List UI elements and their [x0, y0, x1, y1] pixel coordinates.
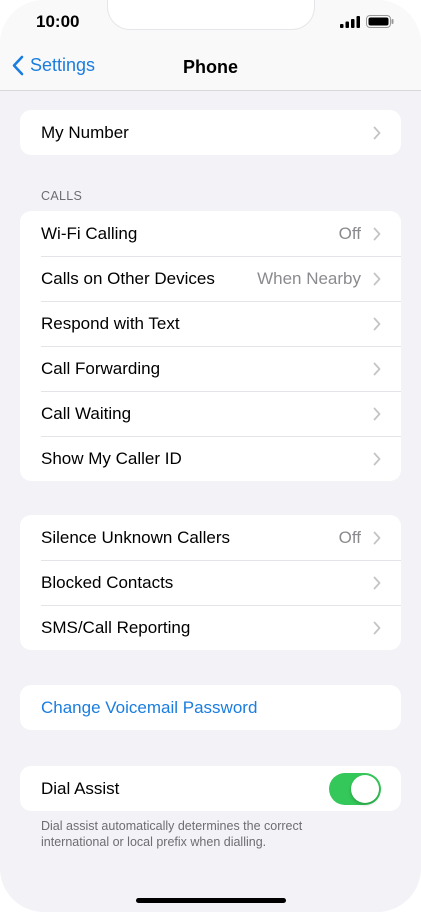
list-item-call-waiting[interactable]: Call Waiting	[20, 391, 401, 436]
toggle-knob	[351, 774, 379, 803]
calls-group: Wi-Fi Calling Off Calls on Other Devices…	[20, 211, 401, 481]
row-label: Show My Caller ID	[41, 448, 182, 468]
footer-line-2: international or local prefix when diall…	[41, 835, 267, 849]
row-value: When Nearby	[257, 268, 361, 288]
navigation-header: 10:00 Settings Phone	[0, 0, 421, 91]
row-label: My Number	[41, 122, 129, 142]
signal-icon	[340, 15, 360, 28]
list-item-calls-on-other-devices[interactable]: Calls on Other Devices When Nearby	[20, 256, 401, 301]
chevron-right-icon	[373, 452, 381, 465]
dial-assist-toggle[interactable]	[329, 772, 381, 805]
chevron-right-icon	[373, 362, 381, 375]
list-item-call-forwarding[interactable]: Call Forwarding	[20, 346, 401, 391]
list-item-silence-unknown-callers[interactable]: Silence Unknown Callers Off	[20, 515, 401, 560]
phone-screen: 10:00 Settings Phone My Number CALLS Wi-…	[0, 0, 421, 912]
notch	[108, 0, 314, 29]
list-item-show-my-caller-id[interactable]: Show My Caller ID	[20, 436, 401, 481]
page-title: Phone	[182, 57, 238, 77]
chevron-right-icon	[373, 272, 381, 285]
row-label: Wi-Fi Calling	[41, 223, 138, 243]
dial-assist-footer: Dial assist automatically determines the…	[41, 818, 371, 850]
row-label: Call Waiting	[41, 403, 132, 423]
chevron-right-icon	[373, 407, 381, 420]
home-indicator[interactable]	[136, 898, 286, 903]
row-label: Call Forwarding	[41, 358, 161, 378]
list-item-sms-call-reporting[interactable]: SMS/Call Reporting	[20, 605, 401, 650]
chevron-right-icon	[373, 227, 381, 240]
list-item-dial-assist: Dial Assist	[20, 766, 401, 811]
row-label: SMS/Call Reporting	[41, 617, 191, 637]
change-voicemail-password-button[interactable]: Change Voicemail Password	[20, 685, 401, 730]
section-header-calls: CALLS	[41, 189, 83, 203]
voicemail-group: Change Voicemail Password	[20, 685, 401, 730]
status-icons	[340, 15, 394, 28]
change-voicemail-password-label: Change Voicemail Password	[41, 697, 258, 717]
chevron-right-icon	[373, 126, 381, 139]
row-value: Off	[338, 527, 361, 547]
caller-privacy-group: Silence Unknown Callers Off Blocked Cont…	[20, 515, 401, 650]
list-item-blocked-contacts[interactable]: Blocked Contacts	[20, 560, 401, 605]
battery-icon	[366, 15, 394, 28]
row-label: Dial Assist	[41, 778, 120, 798]
list-item-respond-with-text[interactable]: Respond with Text	[20, 301, 401, 346]
row-label: Blocked Contacts	[41, 572, 174, 592]
list-item-wifi-calling[interactable]: Wi-Fi Calling Off	[20, 211, 401, 256]
row-label: Calls on Other Devices	[41, 268, 215, 288]
chevron-right-icon	[373, 531, 381, 544]
my-number-group: My Number	[20, 110, 401, 155]
chevron-right-icon	[373, 576, 381, 589]
list-item-my-number[interactable]: My Number	[20, 110, 401, 155]
status-time: 10:00	[36, 12, 80, 31]
dial-assist-group: Dial Assist	[20, 766, 401, 811]
chevron-right-icon	[373, 621, 381, 634]
row-label: Respond with Text	[41, 313, 180, 333]
footer-line-1: Dial assist automatically determines the…	[41, 819, 303, 833]
chevron-right-icon	[373, 317, 381, 330]
row-label: Silence Unknown Callers	[41, 527, 230, 547]
row-value: Off	[338, 223, 361, 243]
